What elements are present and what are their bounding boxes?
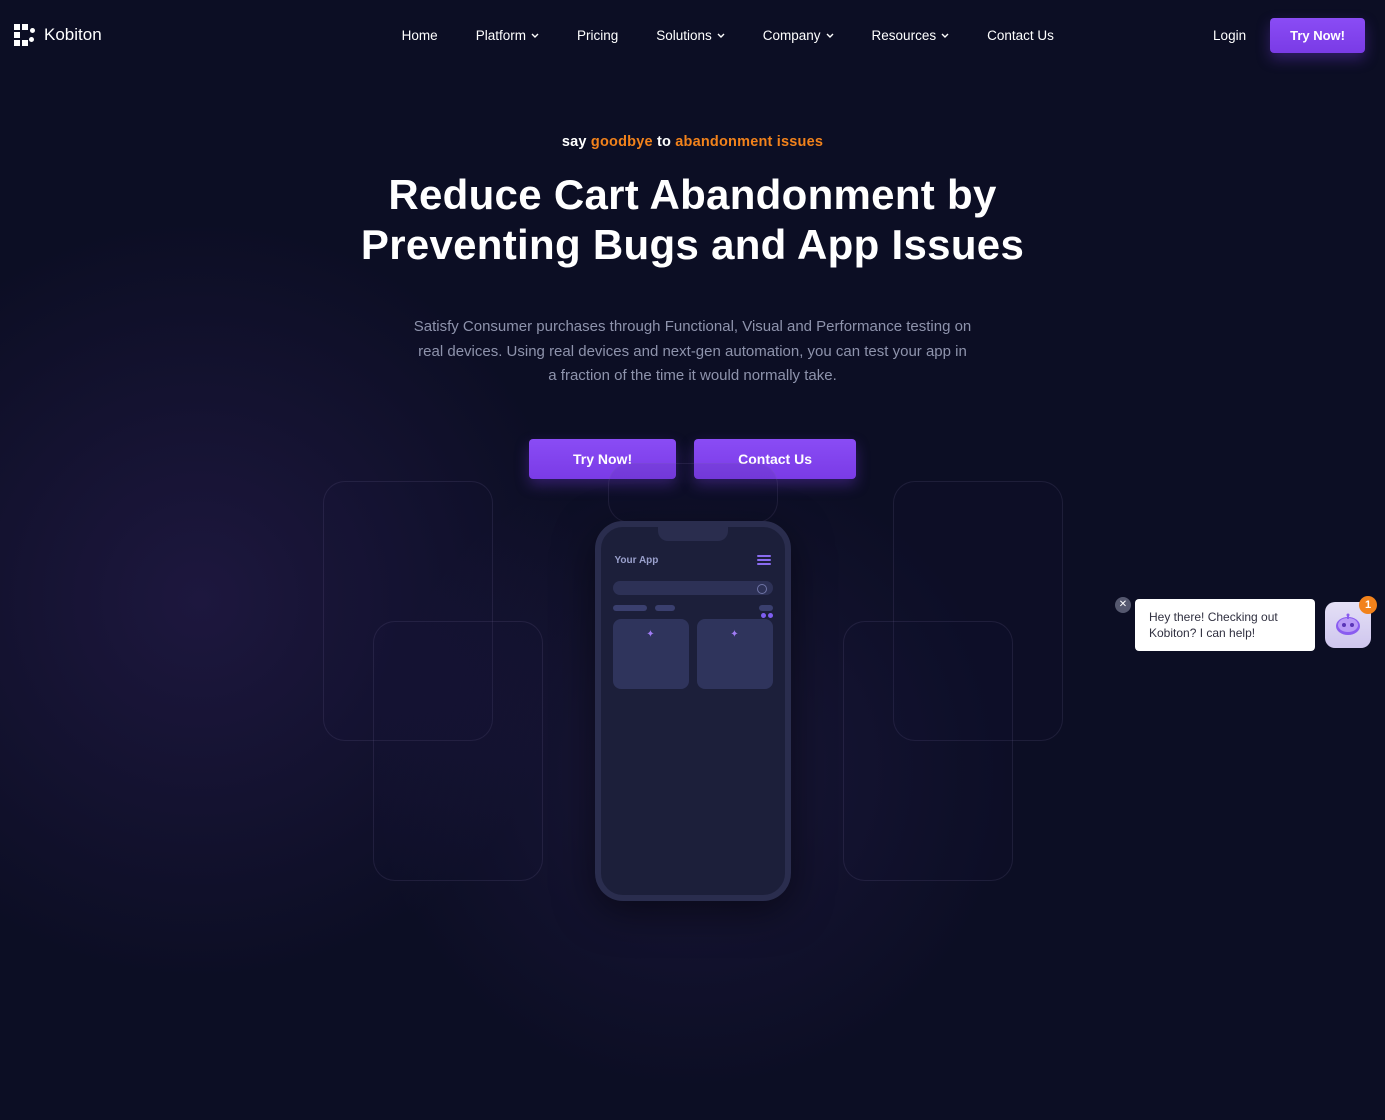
chat-widget: ✕ Hey there! Checking out Kobiton? I can…: [1135, 599, 1371, 651]
chevron-down-icon: [826, 27, 834, 42]
ghost-phone: [373, 621, 543, 881]
hero-subtext: Satisfy Consumer purchases through Funct…: [413, 315, 973, 389]
chevron-down-icon: [531, 27, 539, 42]
app-title: Your App: [615, 555, 659, 566]
nav-pricing[interactable]: Pricing: [577, 28, 618, 43]
search-bar-mock: [613, 581, 773, 595]
login-link[interactable]: Login: [1213, 28, 1246, 43]
nav-company[interactable]: Company: [763, 28, 834, 43]
chevron-down-icon: [717, 27, 725, 42]
notification-badge: 1: [1359, 596, 1377, 614]
ghost-phone: [608, 463, 778, 523]
bot-icon: [1333, 613, 1363, 637]
hero-title: Reduce Cart Abandonment by Preventing Bu…: [0, 170, 1385, 271]
brand-name: Kobiton: [44, 25, 102, 45]
chevron-down-icon: [941, 27, 949, 42]
sparkle-icon: ✦: [646, 629, 654, 640]
menu-icon: [757, 553, 771, 567]
nav-contact-us[interactable]: Contact Us: [987, 28, 1054, 43]
sparkle-icon: ✦: [730, 629, 738, 640]
primary-nav: Home Platform Pricing Solutions Company …: [402, 28, 1054, 43]
chat-bubble[interactable]: ✕ Hey there! Checking out Kobiton? I can…: [1135, 599, 1315, 651]
try-now-button-header[interactable]: Try Now!: [1270, 18, 1365, 53]
chat-bot-button[interactable]: 1: [1325, 602, 1371, 648]
site-header: Kobiton Home Platform Pricing Solutions …: [0, 0, 1385, 56]
brand-logo[interactable]: Kobiton: [14, 24, 102, 46]
nav-resources[interactable]: Resources: [872, 28, 950, 43]
ghost-phone: [843, 621, 1013, 881]
phone-notch: [658, 527, 728, 541]
hero-eyebrow: say goodbye to abandonment issues: [0, 134, 1385, 150]
nav-solutions[interactable]: Solutions: [656, 28, 725, 43]
chat-message: Hey there! Checking out Kobiton? I can h…: [1149, 610, 1278, 640]
nav-home[interactable]: Home: [402, 28, 438, 43]
phone-illustration: Your App ✦ ✦: [433, 521, 953, 721]
nav-platform[interactable]: Platform: [476, 28, 539, 43]
close-icon[interactable]: ✕: [1115, 597, 1131, 613]
phone-mock: Your App ✦ ✦: [595, 521, 791, 901]
grid-icon: [759, 605, 773, 611]
chips-row: [601, 605, 785, 619]
tiles-row: ✦ ✦: [601, 619, 785, 689]
secondary-nav: Login Try Now!: [1213, 18, 1365, 53]
brand-logo-icon: [14, 24, 36, 46]
